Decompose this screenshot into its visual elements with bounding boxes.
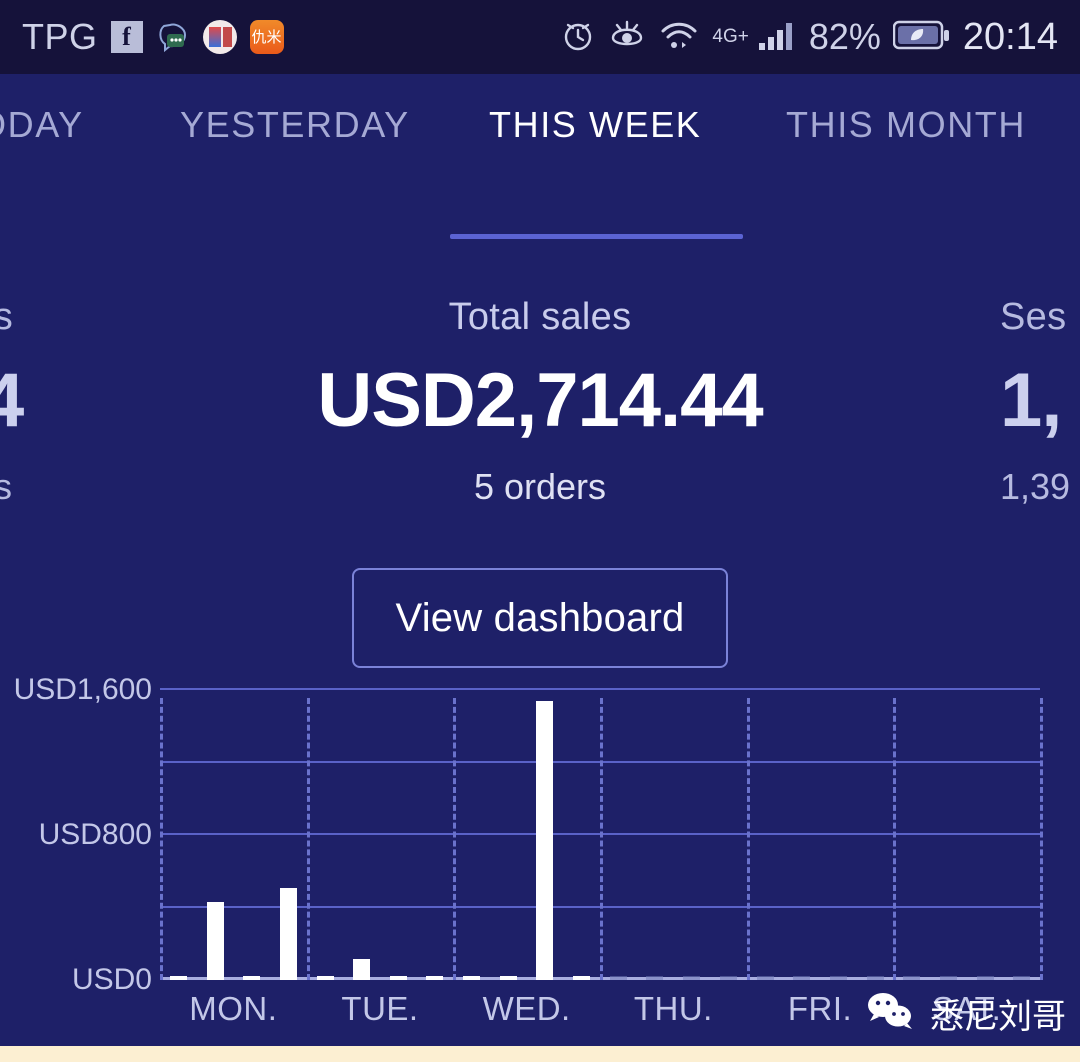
total-sales-value: USD2,714.44 (240, 357, 840, 444)
news-app-icon (203, 20, 237, 54)
watermark-text: 悉尼刘哥 (930, 989, 1066, 1038)
card-label: ons (0, 296, 72, 339)
battery-percent-label: 82% (809, 16, 881, 58)
wifi-icon (658, 17, 700, 58)
chart-bar[interactable] (830, 976, 847, 980)
tab-this-month[interactable]: THIS MONTH (786, 104, 1026, 146)
chart-bar[interactable] (903, 976, 920, 980)
view-dashboard-button[interactable]: View dashboard (352, 568, 728, 668)
chart-x-tick-label: THU. (634, 990, 713, 1028)
chart-bar[interactable] (867, 976, 884, 980)
chart-x-tick-label: FRI. (788, 990, 852, 1028)
sessions-card-right-partial[interactable]: Ses 1, 1,39 (1000, 296, 1080, 508)
chart-day-divider (893, 698, 896, 980)
metric-cards-row: ons 54 tors Total sales USD2,714.44 5 or… (0, 280, 1080, 550)
tab-active-indicator (450, 234, 743, 239)
chart-bar[interactable] (683, 976, 700, 980)
chart-plot-area (160, 690, 1040, 980)
network-type-label: 4G+ (712, 26, 748, 48)
chat-bubble-icon (156, 20, 190, 54)
chart-bar[interactable] (170, 976, 187, 980)
chart-bar[interactable] (280, 888, 297, 980)
chart-bar[interactable] (610, 976, 627, 980)
chart-bar[interactable] (390, 976, 407, 980)
chart-day-divider (307, 698, 310, 980)
wechat-watermark: 悉尼刘哥 (864, 989, 1066, 1038)
chart-x-tick-label: WED. (483, 990, 571, 1028)
chart-day-divider (1040, 698, 1043, 980)
chart-bar[interactable] (536, 701, 553, 980)
chart-x-tick-label: MON. (189, 990, 277, 1028)
battery-power-saving-icon (893, 18, 951, 57)
eye-comfort-icon (608, 17, 646, 58)
chart-day-divider (160, 698, 163, 980)
phone-screenshot: TPG f 仇米 (0, 0, 1080, 1062)
total-sales-label: Total sales (240, 296, 840, 339)
wechat-icon (864, 989, 920, 1038)
period-tabs: ODAY YESTERDAY THIS WEEK THIS MONTH (0, 74, 1080, 244)
chart-y-tick-label: USD800 (39, 818, 152, 852)
status-bar-right: 4G+ 82% 20:14 (560, 16, 1058, 59)
chart-y-axis: USD0USD800USD1,600 (0, 690, 152, 980)
chart-bar[interactable] (1013, 976, 1030, 980)
sales-bar-chart: USD0USD800USD1,600 MON.TUE.WED.THU.FRI.S… (0, 690, 1080, 1030)
card-sub: 1,39 (1000, 466, 1080, 508)
chart-bar[interactable] (426, 976, 443, 980)
sessions-card-left-partial[interactable]: ons 54 tors (0, 296, 72, 508)
chart-day-divider (453, 698, 456, 980)
tab-this-week[interactable]: THIS WEEK (489, 104, 701, 146)
chart-bar[interactable] (977, 976, 994, 980)
chart-day-divider (600, 698, 603, 980)
signal-bars-icon (757, 17, 797, 58)
status-bar-left: TPG f 仇米 (22, 16, 284, 58)
chart-bar[interactable] (757, 976, 774, 980)
tab-yesterday[interactable]: YESTERDAY (180, 104, 410, 146)
chart-day-divider (747, 698, 750, 980)
total-sales-card[interactable]: Total sales USD2,714.44 5 orders (240, 296, 840, 508)
carrier-label: TPG (22, 16, 98, 58)
card-label: Ses (1000, 296, 1080, 339)
chart-bar[interactable] (243, 976, 260, 980)
chart-bar[interactable] (793, 976, 810, 980)
facebook-icon: f (111, 21, 143, 53)
chart-bar[interactable] (207, 902, 224, 980)
card-sub: tors (0, 466, 72, 508)
card-value: 54 (0, 357, 72, 444)
chart-bar[interactable] (463, 976, 480, 980)
bottom-strip (0, 1046, 1080, 1062)
youmi-app-icon: 仇米 (250, 20, 284, 54)
total-sales-orders: 5 orders (240, 466, 840, 508)
chart-y-tick-label: USD0 (72, 963, 152, 997)
chart-bar[interactable] (317, 976, 334, 980)
clock-label: 20:14 (963, 16, 1058, 59)
status-bar: TPG f 仇米 (0, 0, 1080, 74)
card-value: 1, (1000, 357, 1080, 444)
chart-bar[interactable] (573, 976, 590, 980)
tab-today[interactable]: ODAY (0, 104, 84, 146)
alarm-clock-icon (560, 17, 596, 58)
chart-bar[interactable] (353, 959, 370, 980)
chart-bar[interactable] (720, 976, 737, 980)
chart-y-tick-label: USD1,600 (14, 673, 152, 707)
chart-bar[interactable] (500, 976, 517, 980)
chart-bar[interactable] (940, 976, 957, 980)
chart-bar[interactable] (646, 976, 663, 980)
chart-x-tick-label: TUE. (341, 990, 418, 1028)
chart-gridline (160, 688, 1040, 690)
